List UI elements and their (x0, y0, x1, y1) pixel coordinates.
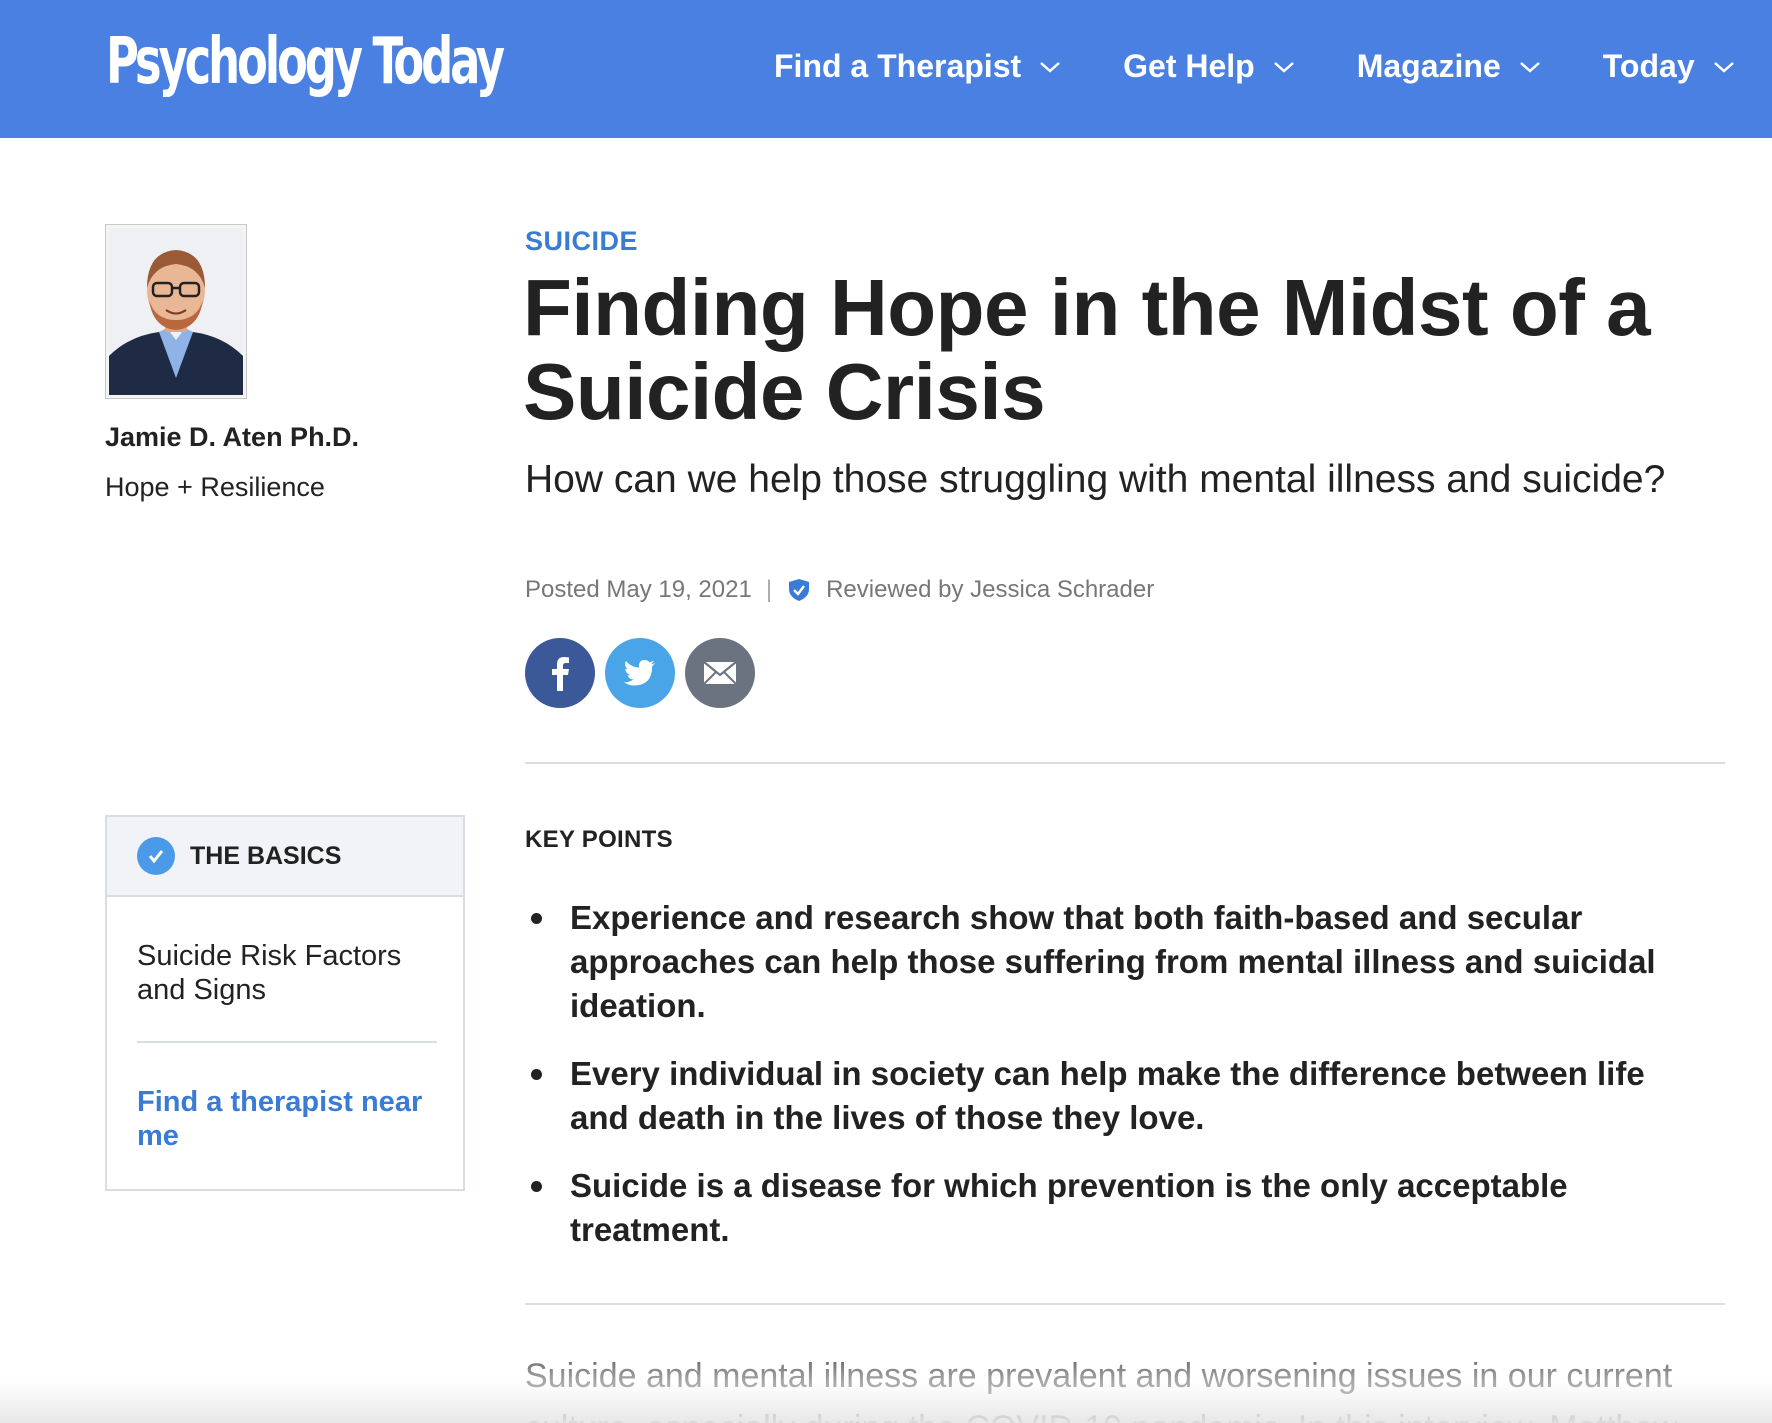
article-body-paragraph-continued: culture, especially during the COVID-19 … (525, 1402, 1755, 1423)
posted-date: Posted May 19, 2021 (525, 576, 752, 603)
nav-label: Magazine (1356, 48, 1501, 84)
chevron-down-icon (1713, 60, 1735, 74)
chevron-down-icon (1519, 60, 1541, 74)
key-point-text: Suicide is a disease for which preventio… (570, 1167, 1568, 1248)
key-point-text: Every individual in society can help mak… (570, 1055, 1645, 1136)
author-portrait-image (109, 228, 243, 395)
article-title: Finding Hope in the Midst of a Suicide C… (523, 263, 1651, 436)
basics-link-risk-factors[interactable]: Suicide Risk Factors and Signs (137, 939, 437, 1007)
divider (137, 1041, 437, 1043)
key-point-text: Experience and research show that both f… (570, 899, 1656, 1024)
chevron-down-icon (1039, 60, 1061, 74)
divider (525, 762, 1725, 764)
nav-label: Get Help (1123, 48, 1255, 84)
topic-tag[interactable]: SUICIDE (525, 226, 638, 257)
envelope-icon (703, 661, 737, 685)
shield-check-icon (788, 578, 810, 602)
site-header: Psychology Today Find a Therapist Get He… (0, 0, 1772, 138)
article-meta: Posted May 19, 2021 | Reviewed by Jessic… (525, 576, 1154, 604)
nav-find-therapist[interactable]: Find a Therapist (774, 48, 1061, 85)
bullet (531, 913, 542, 924)
twitter-share-button[interactable] (605, 638, 675, 708)
key-points-list: Experience and research show that both f… (525, 896, 1675, 1276)
nav-label: Find a Therapist (774, 48, 1022, 84)
nav-magazine[interactable]: Magazine (1357, 48, 1541, 85)
nav-get-help[interactable]: Get Help (1123, 48, 1295, 85)
facebook-icon (552, 657, 569, 691)
bullet (531, 1181, 542, 1192)
chevron-down-icon (1273, 60, 1295, 74)
basics-header: THE BASICS (107, 817, 463, 897)
key-points-title: KEY POINTS (525, 826, 673, 853)
author-name[interactable]: Jamie D. Aten Ph.D. (105, 422, 359, 453)
article-subtitle: How can we help those struggling with me… (525, 458, 1666, 501)
key-point-item: Experience and research show that both f… (525, 896, 1675, 1028)
divider (525, 1303, 1725, 1305)
twitter-icon (624, 660, 655, 686)
key-point-item: Suicide is a disease for which preventio… (525, 1164, 1675, 1252)
key-point-item: Every individual in society can help mak… (525, 1052, 1675, 1140)
basics-title: THE BASICS (190, 841, 342, 870)
author-avatar[interactable] (105, 224, 247, 399)
basics-link-find-therapist[interactable]: Find a therapist near me (137, 1085, 437, 1153)
reviewed-by[interactable]: Reviewed by Jessica Schrader (826, 576, 1154, 604)
facebook-share-button[interactable] (525, 638, 595, 708)
email-share-button[interactable] (685, 638, 755, 708)
article-body-paragraph: Suicide and mental illness are prevalent… (525, 1357, 1673, 1395)
bullet (531, 1069, 542, 1080)
share-buttons (525, 638, 765, 708)
blog-name[interactable]: Hope + Resilience (105, 472, 325, 503)
nav-today[interactable]: Today (1603, 48, 1735, 85)
the-basics-box: THE BASICS Suicide Risk Factors and Sign… (105, 815, 465, 1191)
site-logo[interactable]: Psychology Today (106, 24, 505, 101)
checkmark-icon (137, 837, 175, 875)
nav-label: Today (1602, 48, 1695, 84)
main-nav: Find a Therapist Get Help Magazine Today (774, 48, 1735, 85)
meta-separator: | (765, 576, 773, 603)
